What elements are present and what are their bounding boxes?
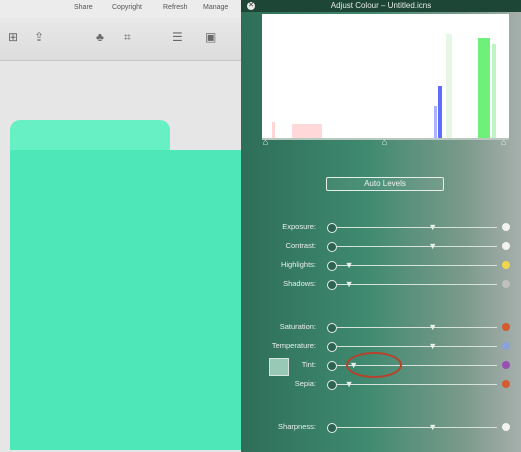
sharpness-icon <box>327 423 337 433</box>
exposure-icon <box>327 223 337 233</box>
save-icon[interactable]: ⊞ <box>8 30 18 44</box>
sharpness-label: Sharpness: <box>278 422 316 431</box>
sharpness-max-icon <box>502 423 510 431</box>
menu-icon[interactable]: ☰ <box>172 30 183 44</box>
midtone-handle[interactable]: ⌂ <box>380 137 389 147</box>
sharpness-slider-thumb[interactable]: ▼ <box>428 423 437 432</box>
sepia-label: Sepia: <box>294 379 316 388</box>
highlights-label: Highlights: <box>280 260 316 269</box>
menu-item-share[interactable]: Share <box>74 4 93 11</box>
share-icon[interactable]: ⇪ <box>34 30 44 44</box>
temperature-slider-track[interactable] <box>337 346 497 347</box>
histogram-green-band <box>478 38 490 138</box>
highlights-slider-thumb[interactable]: ▼ <box>345 261 354 270</box>
histogram-green-band <box>446 34 452 138</box>
shadows-icon <box>327 280 337 290</box>
view-icon[interactable]: ▣ <box>205 30 216 44</box>
contrast-icon <box>327 242 337 252</box>
sepia-slider-thumb[interactable]: ▼ <box>345 380 354 389</box>
menu-item-copyright[interactable]: Copyright <box>112 4 142 11</box>
histogram <box>262 14 509 139</box>
sepia-icon <box>327 380 337 390</box>
highlights-icon <box>327 261 337 271</box>
menu-item-manage[interactable]: Manage <box>203 4 228 11</box>
temperature-slider-thumb[interactable]: ▼ <box>428 342 437 351</box>
panel-titlebar[interactable]: ✕ Adjust Colour – Untitled.icns <box>241 0 521 12</box>
temperature-max-icon <box>502 342 510 350</box>
annotation-circle <box>346 352 402 378</box>
tint-color-swatch[interactable] <box>269 358 289 376</box>
shadows-slider-thumb[interactable]: ▼ <box>345 280 354 289</box>
highlights-max-icon <box>502 261 510 269</box>
panel-title: Adjust Colour – Untitled.icns <box>330 1 432 10</box>
shadows-label: Shadows: <box>283 279 316 288</box>
temperature-label: Temperature: <box>271 341 316 350</box>
histogram-green-band <box>492 44 496 138</box>
folder-icon <box>10 150 250 450</box>
histogram-red-band <box>292 124 322 138</box>
white-point-handle[interactable]: ⌂ <box>499 137 508 147</box>
contrast-label: Contrast: <box>285 241 316 250</box>
saturation-icon <box>327 323 337 333</box>
contrast-slider-thumb[interactable]: ▼ <box>428 242 437 251</box>
sepia-slider-track[interactable] <box>337 384 497 385</box>
histogram-blue-band <box>434 106 437 138</box>
exposure-slider-thumb[interactable]: ▼ <box>428 223 437 232</box>
saturation-slider-track[interactable] <box>337 327 497 328</box>
histogram-blue-band <box>438 86 442 138</box>
exposure-slider-track[interactable] <box>337 227 497 228</box>
exposure-label: Exposure: <box>282 222 316 231</box>
contrast-max-icon <box>502 242 510 250</box>
stamp-icon[interactable]: ♣ <box>96 30 104 44</box>
shadows-max-icon <box>502 280 510 288</box>
histogram-red-band <box>272 122 275 138</box>
shadows-slider-track[interactable] <box>337 284 497 285</box>
contrast-slider-track[interactable] <box>337 246 497 247</box>
saturation-label: Saturation: <box>279 322 316 331</box>
auto-levels-button[interactable]: Auto Levels <box>326 177 444 191</box>
tint-icon <box>327 361 337 371</box>
saturation-slider-thumb[interactable]: ▼ <box>428 323 437 332</box>
exposure-max-icon <box>502 223 510 231</box>
histogram-graph <box>272 34 496 138</box>
highlights-slider-track[interactable] <box>337 265 497 266</box>
tint-max-icon <box>502 361 510 369</box>
temperature-icon <box>327 342 337 352</box>
sharpness-slider-track[interactable] <box>337 427 497 428</box>
saturation-max-icon <box>502 323 510 331</box>
crop-icon[interactable]: ⌗ <box>124 30 131 45</box>
sepia-max-icon <box>502 380 510 388</box>
black-point-handle[interactable]: ⌂ <box>261 137 270 147</box>
menu-item-refresh[interactable]: Refresh <box>163 4 188 11</box>
